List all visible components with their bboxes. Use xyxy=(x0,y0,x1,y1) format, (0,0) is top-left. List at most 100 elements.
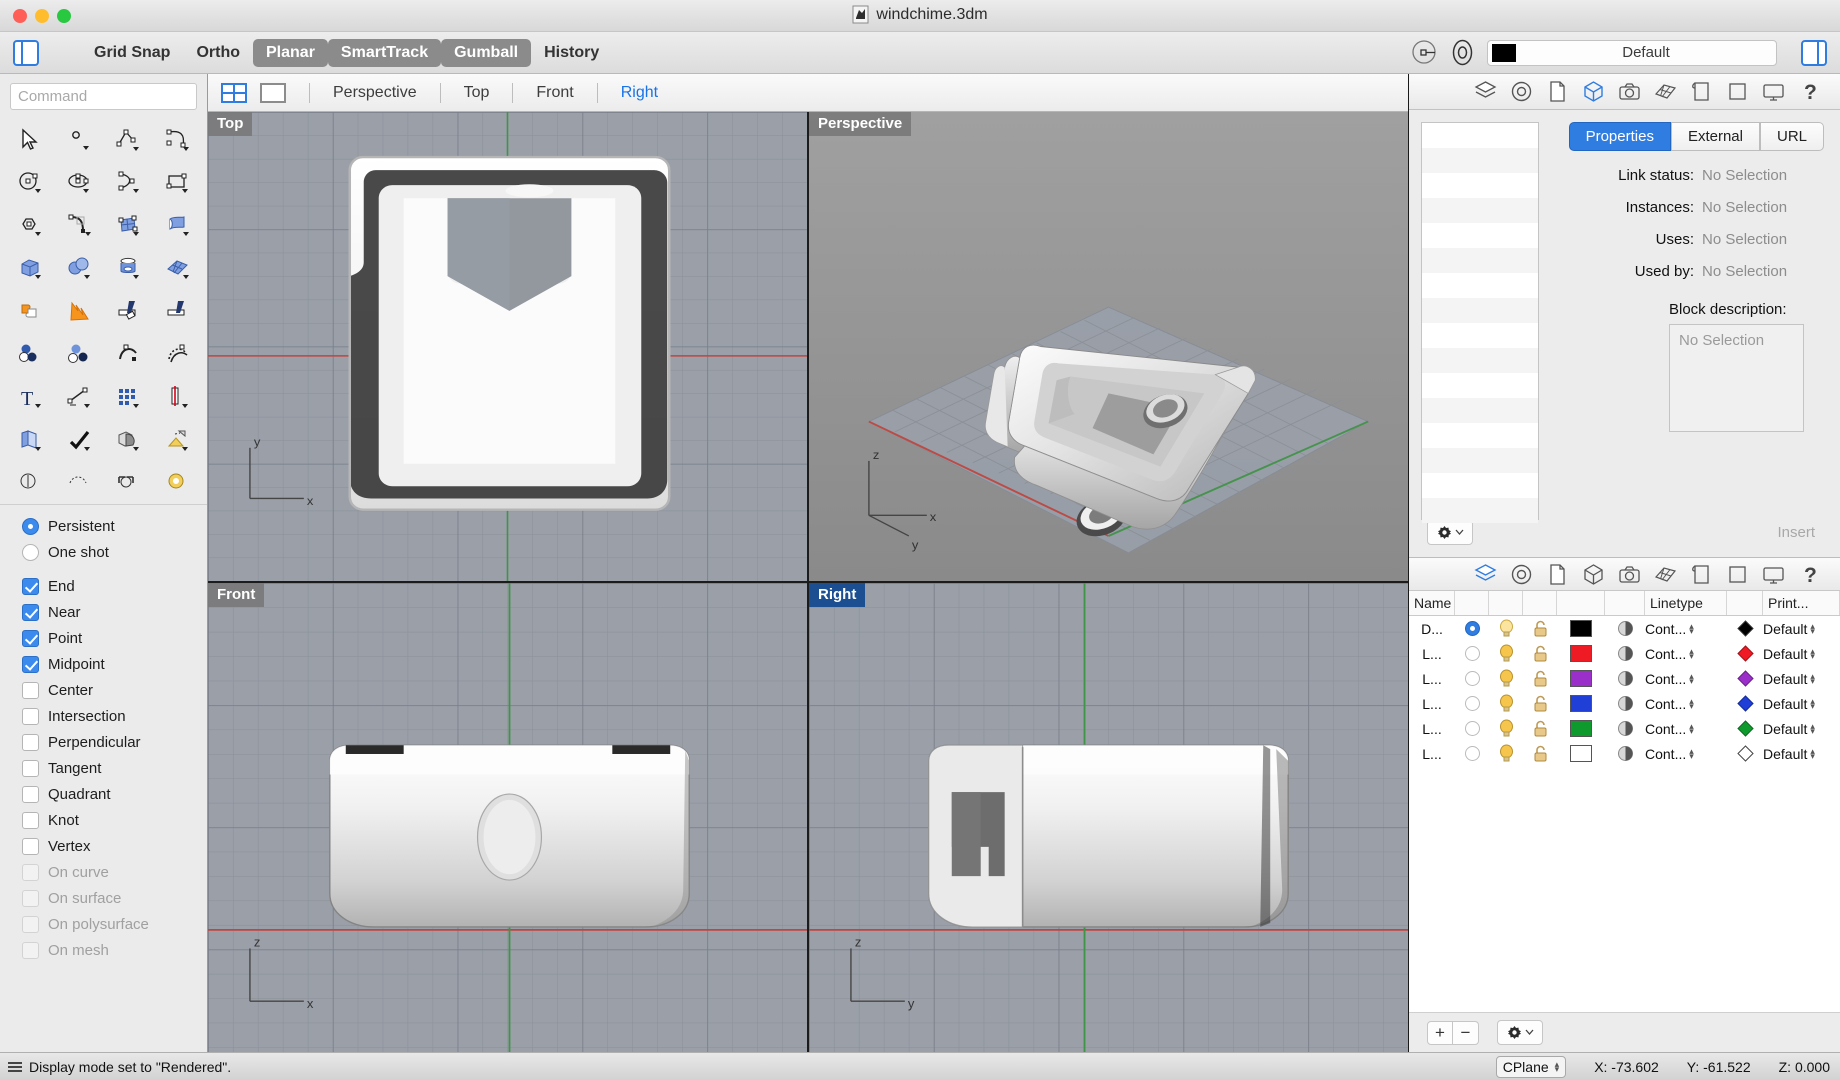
list-item[interactable] xyxy=(1422,348,1538,373)
layer-name[interactable]: L... xyxy=(1409,721,1455,737)
osnap-intersection[interactable]: Intersection xyxy=(22,703,207,729)
current-layer-radio[interactable] xyxy=(1455,746,1489,761)
render-mesh-icon[interactable] xyxy=(1653,79,1678,104)
offset-curve-tool[interactable] xyxy=(154,334,203,375)
list-item[interactable] xyxy=(1422,423,1538,448)
osnap-on-polysurface[interactable]: On polysurface xyxy=(22,911,207,937)
layer-options-button[interactable] xyxy=(1497,1020,1543,1045)
osnap-knot[interactable]: Knot xyxy=(22,807,207,833)
lock-icon[interactable] xyxy=(1523,720,1557,738)
column-header-print-width[interactable]: Print... xyxy=(1763,591,1840,615)
viewport-top[interactable]: y x Top xyxy=(208,112,807,581)
linetype-cell[interactable]: Cont... ▴ ▾ xyxy=(1645,746,1727,762)
single-view-layout-icon[interactable] xyxy=(257,80,290,106)
linetype-cell[interactable]: Cont... ▴ ▾ xyxy=(1645,721,1727,737)
layer-color-swatch[interactable] xyxy=(1557,720,1605,737)
mesh-tool[interactable] xyxy=(154,248,203,289)
point-editing-tool[interactable] xyxy=(6,463,55,504)
on-curve-checkbox[interactable] xyxy=(22,863,39,881)
block-description-field[interactable]: No Selection xyxy=(1669,324,1804,432)
viewport-right-label[interactable]: Right xyxy=(809,583,866,607)
knot-checkbox[interactable] xyxy=(22,811,39,829)
column-header-material[interactable] xyxy=(1605,591,1645,615)
list-item[interactable] xyxy=(1422,448,1538,473)
command-input[interactable] xyxy=(10,83,197,110)
linetype-cell[interactable]: Cont... ▴ ▾ xyxy=(1645,696,1727,712)
split-tool[interactable] xyxy=(154,291,203,332)
boolean-difference-tool[interactable] xyxy=(105,420,154,461)
persistent-radio[interactable] xyxy=(22,517,39,535)
point-checkbox[interactable] xyxy=(22,629,39,647)
array-tool[interactable] xyxy=(105,377,154,418)
tab-url[interactable]: URL xyxy=(1759,122,1824,151)
arc-tool[interactable] xyxy=(105,162,154,203)
display-icon[interactable] xyxy=(1761,562,1786,587)
viewport-perspective[interactable]: z x y Perspective xyxy=(809,112,1408,581)
layer-name[interactable]: L... xyxy=(1409,746,1455,762)
menu-icon[interactable] xyxy=(8,1061,22,1072)
polyline-tool[interactable] xyxy=(105,119,154,160)
list-item[interactable] xyxy=(1422,473,1538,498)
layer-color-swatch[interactable] xyxy=(1557,695,1605,712)
layers-palette-tool[interactable] xyxy=(6,334,55,375)
print-width-cell[interactable]: Default ▴ ▾ xyxy=(1763,646,1840,662)
explode-tool[interactable] xyxy=(55,291,104,332)
lock-icon[interactable] xyxy=(1523,695,1557,713)
print-width-cell[interactable]: Default ▴ ▾ xyxy=(1763,746,1840,762)
layer-color-swatch[interactable] xyxy=(1557,745,1605,762)
material-icon[interactable] xyxy=(1605,695,1645,712)
select-tool[interactable] xyxy=(6,119,55,160)
on-mesh-checkbox[interactable] xyxy=(22,941,39,959)
planar-toggle[interactable]: Planar xyxy=(253,38,328,67)
osnap-on-curve[interactable]: On curve xyxy=(22,859,207,885)
list-item[interactable] xyxy=(1422,298,1538,323)
layer-name[interactable]: L... xyxy=(1409,696,1455,712)
material-icon[interactable] xyxy=(1605,670,1645,687)
print-color-swatch[interactable] xyxy=(1727,745,1763,762)
list-item[interactable] xyxy=(1422,498,1538,523)
linetype-cell[interactable]: Cont... ▴ ▾ xyxy=(1645,646,1727,662)
gumball-origin-icon[interactable] xyxy=(1411,39,1438,66)
tab-perspective[interactable]: Perspective xyxy=(323,84,427,102)
tangent-checkbox[interactable] xyxy=(22,759,39,777)
layer-color-swatch[interactable] xyxy=(1557,620,1605,637)
osnap-midpoint[interactable]: Midpoint xyxy=(22,651,207,677)
list-item[interactable] xyxy=(1422,198,1538,223)
lock-icon[interactable] xyxy=(1523,620,1557,638)
add-layer-button[interactable]: + xyxy=(1427,1020,1453,1045)
near-checkbox[interactable] xyxy=(22,603,39,621)
gumball-toggle[interactable]: Gumball xyxy=(441,38,532,67)
current-layer-radio[interactable] xyxy=(1455,721,1489,736)
object-icon[interactable] xyxy=(1581,562,1606,587)
object-icon[interactable] xyxy=(1581,79,1606,104)
viewport-top-label[interactable]: Top xyxy=(208,112,253,136)
osnap-point[interactable]: Point xyxy=(22,625,207,651)
osnap-on-surface[interactable]: On surface xyxy=(22,885,207,911)
osnap-vertex[interactable]: Vertex xyxy=(22,833,207,859)
list-item[interactable] xyxy=(1422,373,1538,398)
layer-color-swatch[interactable] xyxy=(1557,670,1605,687)
osnap-mode-persistent[interactable]: Persistent xyxy=(22,513,207,539)
cylinder-tool[interactable] xyxy=(105,248,154,289)
layer-color-swatch[interactable] xyxy=(1557,645,1605,662)
viewport-front-label[interactable]: Front xyxy=(208,583,265,607)
material-icon[interactable] xyxy=(1605,645,1645,662)
history-toggle[interactable]: History xyxy=(531,39,612,67)
left-panel-toggle-button[interactable] xyxy=(13,39,39,66)
end-checkbox[interactable] xyxy=(22,577,39,595)
visibility-bulb-icon[interactable] xyxy=(1489,719,1523,738)
blend-curve-tool[interactable] xyxy=(105,334,154,375)
lock-icon[interactable] xyxy=(1523,645,1557,663)
block-options-button[interactable] xyxy=(1427,520,1473,545)
list-item[interactable] xyxy=(1422,323,1538,348)
osnap-center[interactable]: Center xyxy=(22,677,207,703)
camera-icon[interactable] xyxy=(1617,79,1642,104)
render-mesh-icon[interactable] xyxy=(1653,562,1678,587)
lock-icon[interactable] xyxy=(1523,670,1557,688)
column-header-name[interactable]: Name xyxy=(1409,591,1455,615)
insert-button[interactable]: Insert xyxy=(1766,520,1826,545)
visibility-bulb-icon[interactable] xyxy=(1489,619,1523,638)
quadrant-checkbox[interactable] xyxy=(22,785,39,803)
ellipse-tool[interactable] xyxy=(55,162,104,203)
column-header-locked[interactable] xyxy=(1523,591,1557,615)
